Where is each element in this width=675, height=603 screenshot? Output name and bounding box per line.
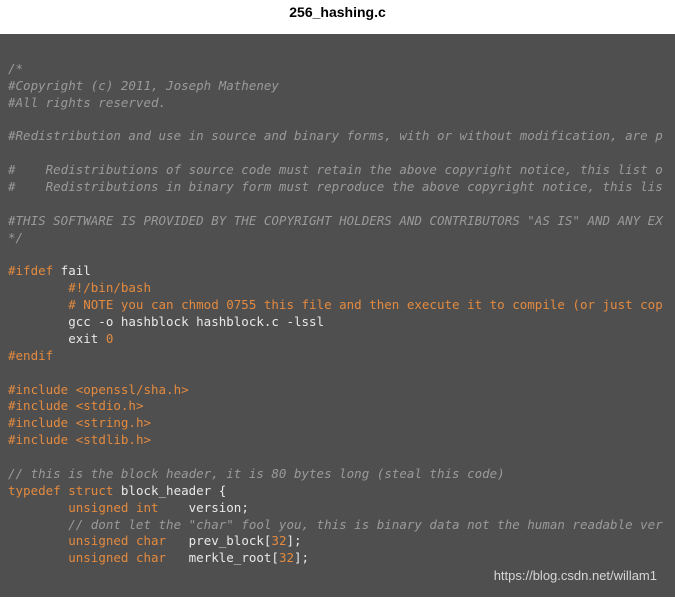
ifdef-line: #ifdef fail xyxy=(8,263,91,278)
exit-line: exit 0 xyxy=(8,331,113,346)
field-line: unsigned int version; xyxy=(8,500,249,515)
typedef-line: typedef struct block_header { xyxy=(8,483,226,498)
comment-line: // dont let the "char" fool you, this is… xyxy=(8,517,663,532)
comment-line: # Redistributions of source code must re… xyxy=(8,162,663,177)
comment-line: #THIS SOFTWARE IS PROVIDED BY THE COPYRI… xyxy=(8,213,663,228)
comment-line: # Redistributions in binary form must re… xyxy=(8,179,663,194)
comment-line: #Copyright (c) 2011, Joseph Matheney xyxy=(8,78,279,93)
field-line: unsigned char merkle_root[32]; xyxy=(8,550,309,565)
include-line: #include <string.h> xyxy=(8,415,151,430)
file-title: 256_hashing.c xyxy=(0,0,675,34)
code-block: /* #Copyright (c) 2011, Joseph Matheney … xyxy=(0,34,675,597)
comment-line: */ xyxy=(8,230,23,245)
watermark-text: https://blog.csdn.net/willam1 xyxy=(494,568,657,583)
include-line: #include <stdlib.h> xyxy=(8,432,151,447)
comment-line: // this is the block header, it is 80 by… xyxy=(8,466,505,481)
include-line: #include <stdio.h> xyxy=(8,398,143,413)
note-line: # NOTE you can chmod 0755 this file and … xyxy=(8,297,663,312)
endif-line: #endif xyxy=(8,348,53,363)
field-line: unsigned char prev_block[32]; xyxy=(8,533,302,548)
comment-line: #All rights reserved. xyxy=(8,95,166,110)
gcc-line: gcc -o hashblock hashblock.c -lssl xyxy=(8,314,324,329)
comment-line: #Redistribution and use in source and bi… xyxy=(8,128,663,143)
comment-line: /* xyxy=(8,61,23,76)
shebang-line: #!/bin/bash xyxy=(8,280,151,295)
include-line: #include <openssl/sha.h> xyxy=(8,382,189,397)
